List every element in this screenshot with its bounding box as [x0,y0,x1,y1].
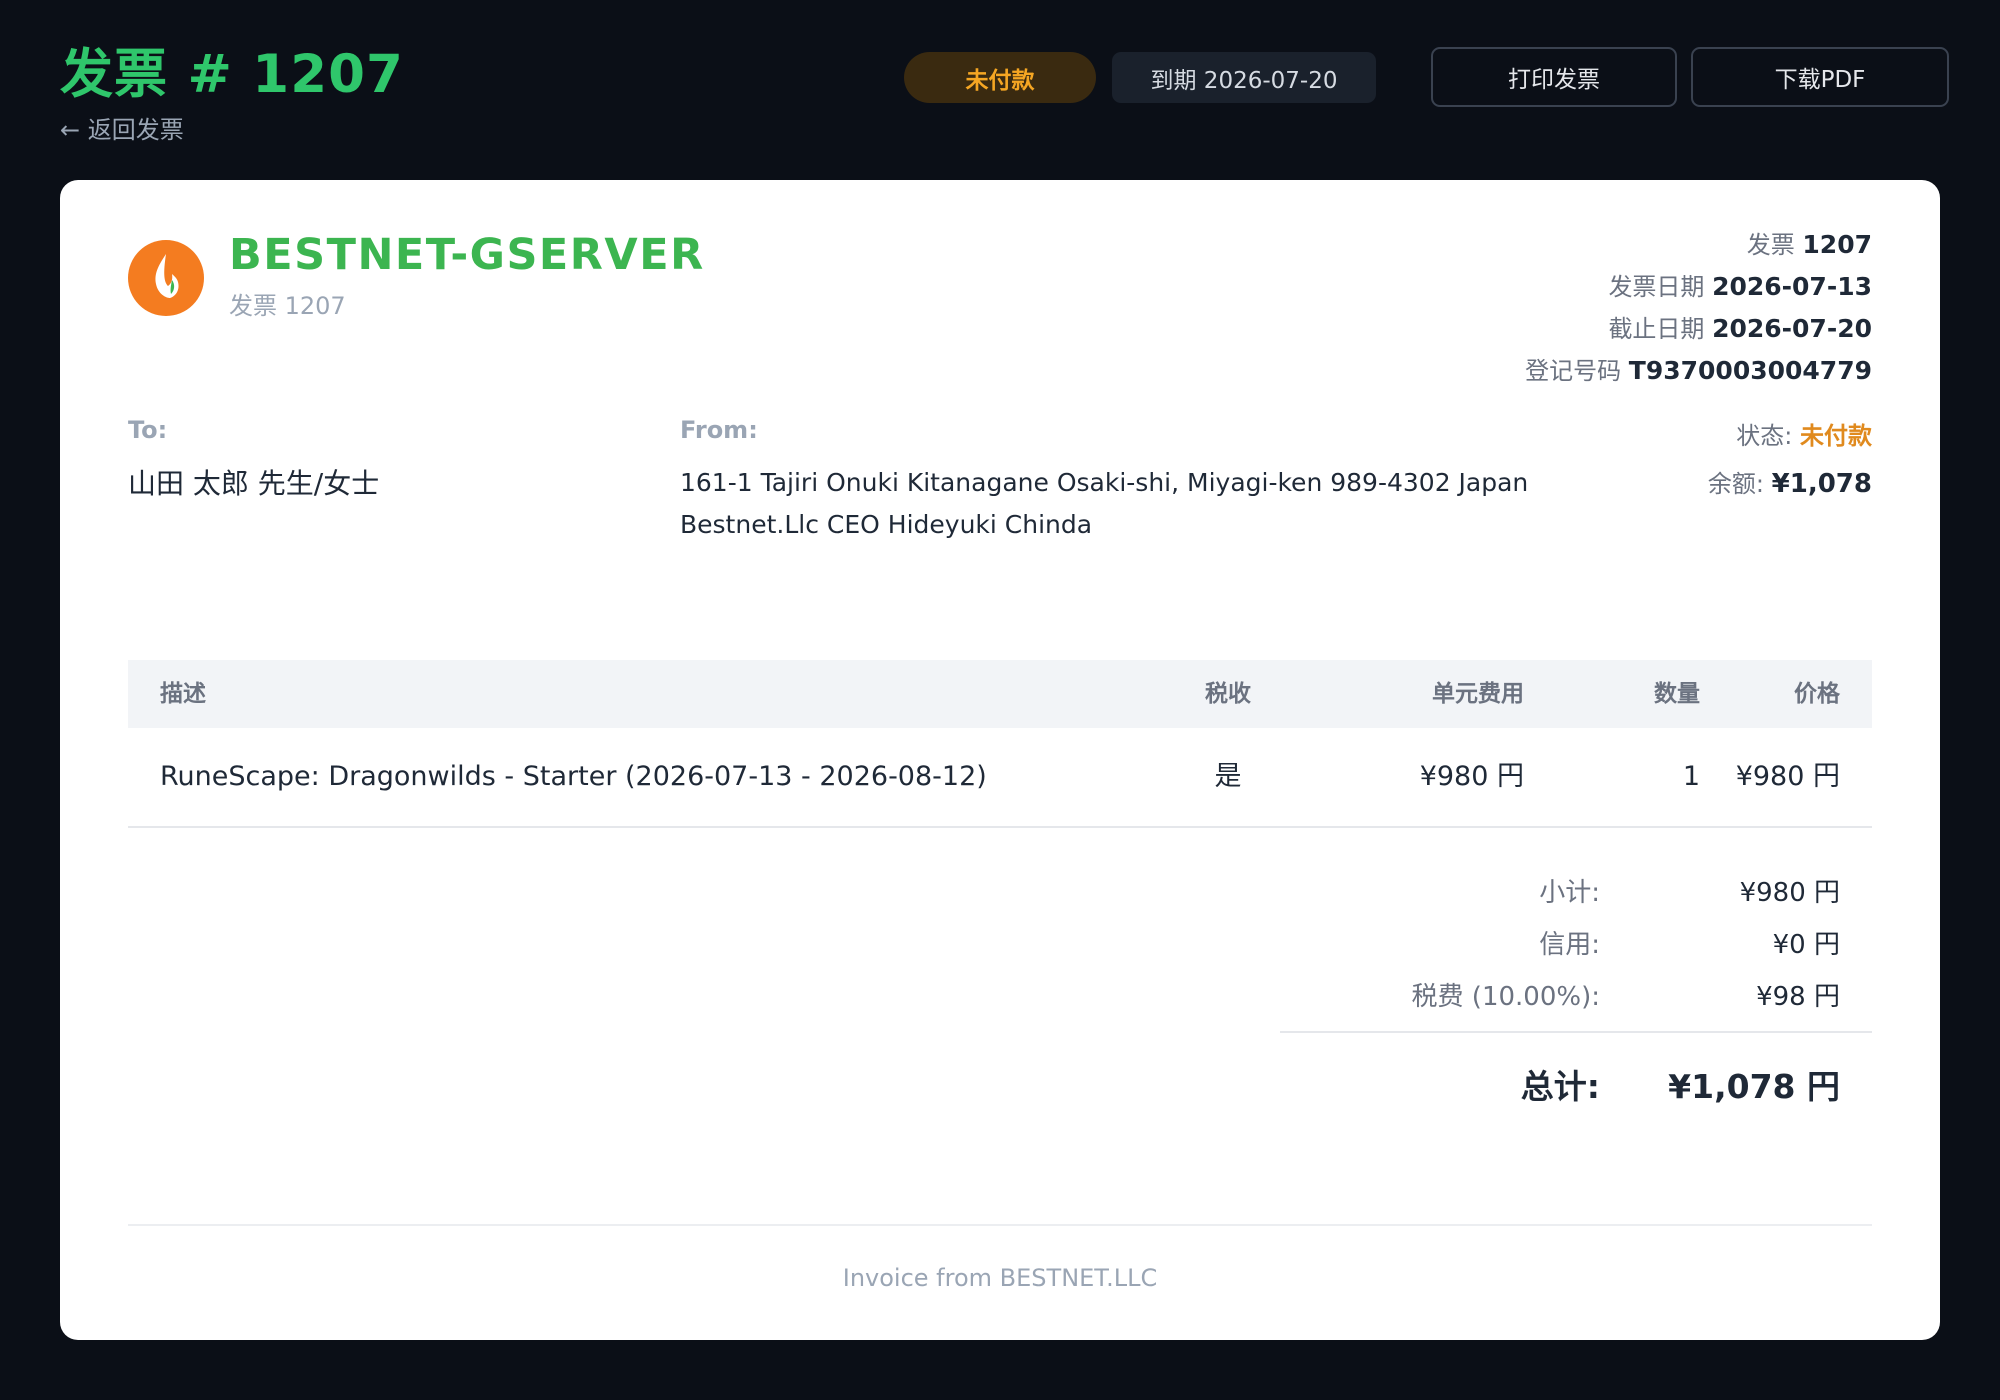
registration-number-row: 登记号码 T9370003004779 [1525,350,1872,392]
print-invoice-button[interactable]: 打印发票 [1431,47,1677,107]
column-header-quantity: 数量 [1654,681,1700,707]
line-item-description: RuneScape: Dragonwilds - Starter (2026-0… [160,761,987,792]
balance-label: 余额: [1707,470,1765,498]
due-date-row: 截止日期 2026-07-20 [1525,308,1872,350]
totals-divider [1280,1031,1872,1033]
invoice-number-row: 发票 1207 [1525,224,1872,266]
company-logo-icon [128,240,204,316]
total-value: ¥1,078 円 [1668,1067,1840,1106]
balance-value: ¥1,078 [1771,469,1872,499]
due-date-label: 截止日期 [1608,315,1705,343]
status-badge: 未付款 [904,52,1096,103]
invoice-number-label: 发票 [1746,231,1795,259]
table-row: RuneScape: Dragonwilds - Starter (2026-0… [128,728,1872,828]
registration-number-label: 登记号码 [1525,357,1622,385]
tax-value: ¥98 円 [1756,982,1840,1012]
credit-value: ¥0 円 [1772,930,1840,960]
company-name: BESTNET-GSERVER [229,230,705,280]
page-title: 发票 # 1207 [60,44,404,105]
column-header-price: 价格 [1794,681,1840,707]
status-row: 状态: 未付款 [1708,412,1872,460]
column-header-description: 描述 [160,681,206,707]
line-item-tax: 是 [1214,761,1242,792]
due-date-value: 2026-07-20 [1712,314,1872,343]
recipient-name: 山田 太郎 先生/女士 [128,467,380,500]
invoice-date-row: 发票日期 2026-07-13 [1525,266,1872,308]
status-label: 状态: [1736,422,1793,450]
from-label: From: [680,416,758,444]
footer-divider [128,1224,1872,1226]
line-item-unit-cost: ¥980 円 [1419,761,1524,792]
sender-name-line: Bestnet.Llc CEO Hideyuki Chinda [680,510,1093,539]
download-pdf-button[interactable]: 下载PDF [1691,47,1949,107]
balance-row: 余额: ¥1,078 [1708,460,1872,508]
payment-status-box: 状态: 未付款 余额: ¥1,078 [1708,412,1872,508]
line-item-quantity: 1 [1682,761,1700,792]
company-invoice-subtitle: 发票 1207 [229,292,346,320]
line-item-price: ¥980 円 [1735,761,1840,792]
status-value: 未付款 [1800,422,1872,450]
column-header-tax: 税收 [1205,681,1251,707]
subtotal-label: 小计: [1539,878,1600,908]
invoice-date-value: 2026-07-13 [1712,272,1872,301]
sender-address-line: 161-1 Tajiri Onuki Kitanagane Osaki-shi,… [680,468,1529,497]
due-date-badge: 到期 2026-07-20 [1112,52,1376,103]
sender-address: 161-1 Tajiri Onuki Kitanagane Osaki-shi,… [680,462,1528,546]
invoice-meta: 发票 1207 发票日期 2026-07-13 截止日期 2026-07-20 … [1525,224,1872,392]
line-items-table-header: 描述 税收 单元费用 数量 价格 [128,660,1872,728]
back-to-invoices-link[interactable]: ← 返回发票 [60,110,184,145]
invoice-card: BESTNET-GSERVER 发票 1207 发票 1207 发票日期 202… [60,180,1940,1340]
invoice-date-label: 发票日期 [1608,273,1705,301]
column-header-unit-cost: 单元费用 [1432,681,1524,707]
registration-number-value: T9370003004779 [1628,356,1872,385]
invoice-number-value: 1207 [1802,230,1872,259]
tax-label: 税费 (10.00%): [1411,982,1600,1012]
to-label: To: [128,416,168,444]
subtotal-value: ¥980 円 [1739,878,1840,908]
total-label: 总计: [1520,1067,1600,1106]
credit-label: 信用: [1539,930,1600,960]
footer-text: Invoice from BESTNET.LLC [842,1264,1158,1292]
